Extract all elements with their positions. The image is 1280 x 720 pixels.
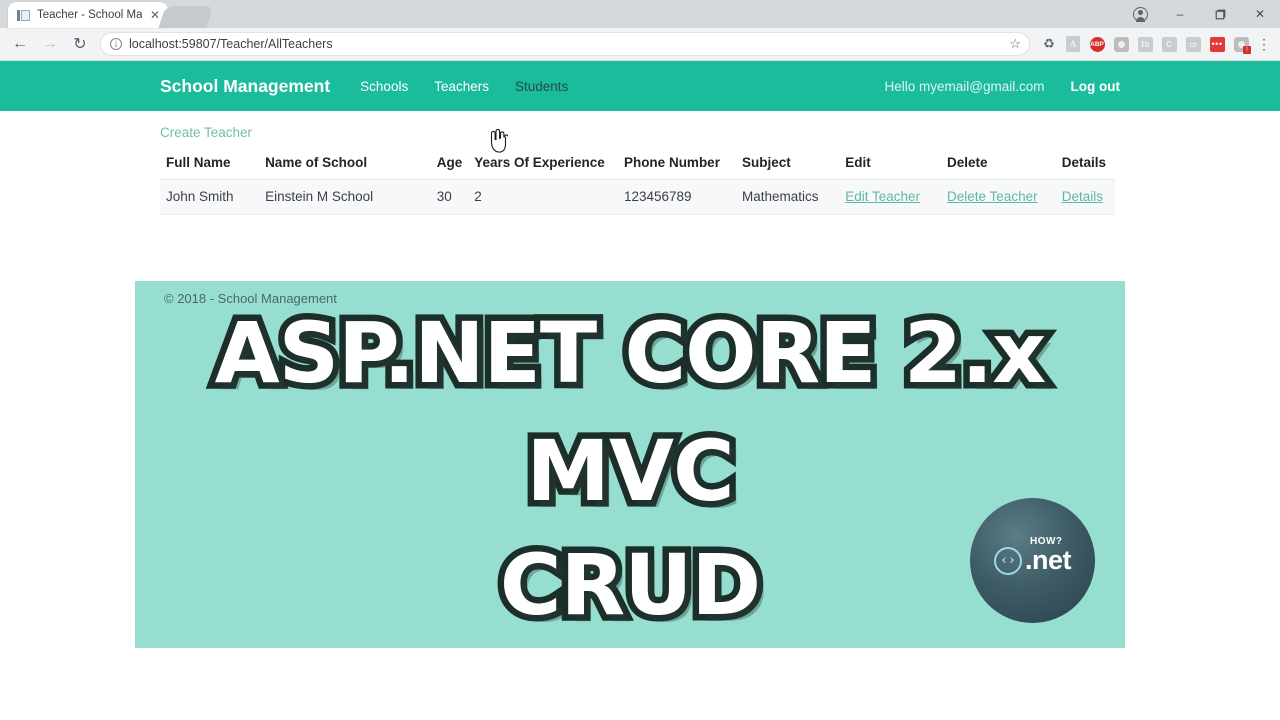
profile-avatar-icon[interactable]: [1120, 0, 1160, 28]
cell-experience: 2: [468, 179, 618, 215]
table-body: John Smith Einstein M School 30 2 123456…: [160, 179, 1115, 215]
page-viewport: School Management Schools Teachers Stude…: [0, 61, 1280, 720]
cell-details: Details: [1055, 179, 1115, 215]
column-header-experience: Years Of Experience: [468, 151, 618, 180]
browser-toolbar: ← → ↻ i localhost:59807/Teacher/AllTeach…: [0, 28, 1280, 61]
page-favicon-icon: [17, 8, 31, 22]
cell-edit: Edit Teacher: [839, 179, 942, 215]
hownet-logo-badge: HOW? ‹› .net: [970, 498, 1095, 623]
edit-teacher-link[interactable]: Edit Teacher: [845, 189, 920, 204]
logo-how-text: HOW?: [1029, 535, 1063, 547]
column-header-delete: Delete: [941, 151, 1056, 180]
window-controls: – ✕: [1120, 0, 1280, 28]
table-head: Full Name Name of School Age Years Of Ex…: [160, 151, 1115, 180]
minimize-button[interactable]: –: [1160, 0, 1200, 28]
pdf-extension-icon[interactable]: A: [1062, 33, 1084, 55]
nav-link-teachers[interactable]: Teachers: [434, 79, 489, 94]
nav-link-schools[interactable]: Schools: [360, 79, 408, 94]
chrome-menu-icon[interactable]: ⋮: [1254, 36, 1274, 53]
details-link[interactable]: Details: [1062, 189, 1103, 204]
cell-full-name: John Smith: [160, 179, 260, 215]
cell-phone: 123456789: [617, 179, 737, 215]
table-row: John Smith Einstein M School 30 2 123456…: [160, 179, 1115, 215]
screenshot-extension-icon[interactable]: [1110, 33, 1132, 55]
teachers-table: Full Name Name of School Age Years Of Ex…: [160, 151, 1115, 215]
nav-user-area: Hello myemail@gmail.com Log out: [885, 79, 1120, 94]
cell-subject: Mathematics: [736, 179, 840, 215]
page-content: Create Teacher Full Name Name of School …: [160, 111, 1120, 215]
extension-error-badge: !: [1243, 46, 1251, 54]
toggle-extension-icon[interactable]: !: [1230, 33, 1252, 55]
table-header-row: Full Name Name of School Age Years Of Ex…: [160, 151, 1115, 180]
logout-link[interactable]: Log out: [1071, 79, 1120, 94]
c-extension-icon[interactable]: C: [1158, 33, 1180, 55]
adblock-plus-extension-icon[interactable]: ABP: [1086, 33, 1108, 55]
video-overlay-banner: © 2018 - School Management ASP.NET CORE …: [135, 281, 1125, 648]
url-text[interactable]: localhost:59807/Teacher/AllTeachers: [129, 37, 1002, 51]
close-window-button[interactable]: ✕: [1240, 0, 1280, 28]
tab-title: Teacher - School Manage: [37, 9, 142, 21]
code-brackets-icon: ‹›: [993, 546, 1022, 575]
nav-links: Schools Teachers Students: [360, 79, 568, 94]
address-bar[interactable]: i localhost:59807/Teacher/AllTeachers ☆: [100, 32, 1030, 56]
brand-title[interactable]: School Management: [160, 76, 330, 97]
onetab-extension-icon[interactable]: 1b: [1134, 33, 1156, 55]
logo-net-text: .net: [1024, 545, 1072, 575]
overlay-title-line-1: ASP.NET CORE 2.x: [208, 304, 1053, 402]
user-greeting[interactable]: Hello myemail@gmail.com: [885, 79, 1045, 94]
site-navbar: School Management Schools Teachers Stude…: [0, 61, 1280, 111]
overlay-title-line-2: MVC: [520, 422, 741, 520]
maximize-icon: [1215, 9, 1225, 19]
browser-tab[interactable]: Teacher - School Manage ✕: [8, 2, 168, 28]
red-dots-extension-icon[interactable]: •••: [1206, 33, 1228, 55]
tab-strip: Teacher - School Manage ✕ – ✕: [0, 0, 1280, 28]
maximize-button[interactable]: [1200, 0, 1240, 28]
footer-copyright: © 2018 - School Management: [164, 291, 337, 306]
cell-age: 30: [430, 179, 469, 215]
column-header-phone: Phone Number: [617, 151, 737, 180]
new-tab-area[interactable]: [158, 6, 214, 28]
column-header-school: Name of School: [259, 151, 431, 180]
back-button[interactable]: ←: [6, 30, 34, 58]
browser-window: Teacher - School Manage ✕ – ✕ ← → ↻ i lo…: [0, 0, 1280, 720]
nav-link-students[interactable]: Students: [515, 79, 568, 94]
reload-button[interactable]: ↻: [66, 30, 94, 58]
recycle-extension-icon[interactable]: ♻: [1038, 33, 1060, 55]
create-teacher-link[interactable]: Create Teacher: [160, 125, 252, 140]
bookmark-star-icon[interactable]: ☆: [1009, 36, 1021, 52]
comment-extension-icon[interactable]: ▭: [1182, 33, 1204, 55]
forward-button[interactable]: →: [36, 30, 64, 58]
extensions-area: ♻ A ABP 1b C ▭ ••• ! ⋮: [1038, 33, 1274, 55]
site-info-icon[interactable]: i: [110, 38, 122, 50]
cell-school: Einstein M School: [259, 179, 431, 215]
column-header-full-name: Full Name: [160, 151, 260, 180]
column-header-edit: Edit: [839, 151, 942, 180]
column-header-age: Age: [430, 151, 469, 180]
column-header-subject: Subject: [736, 151, 840, 180]
delete-teacher-link[interactable]: Delete Teacher: [947, 189, 1038, 204]
cell-delete: Delete Teacher: [941, 179, 1056, 215]
column-header-details: Details: [1055, 151, 1115, 180]
